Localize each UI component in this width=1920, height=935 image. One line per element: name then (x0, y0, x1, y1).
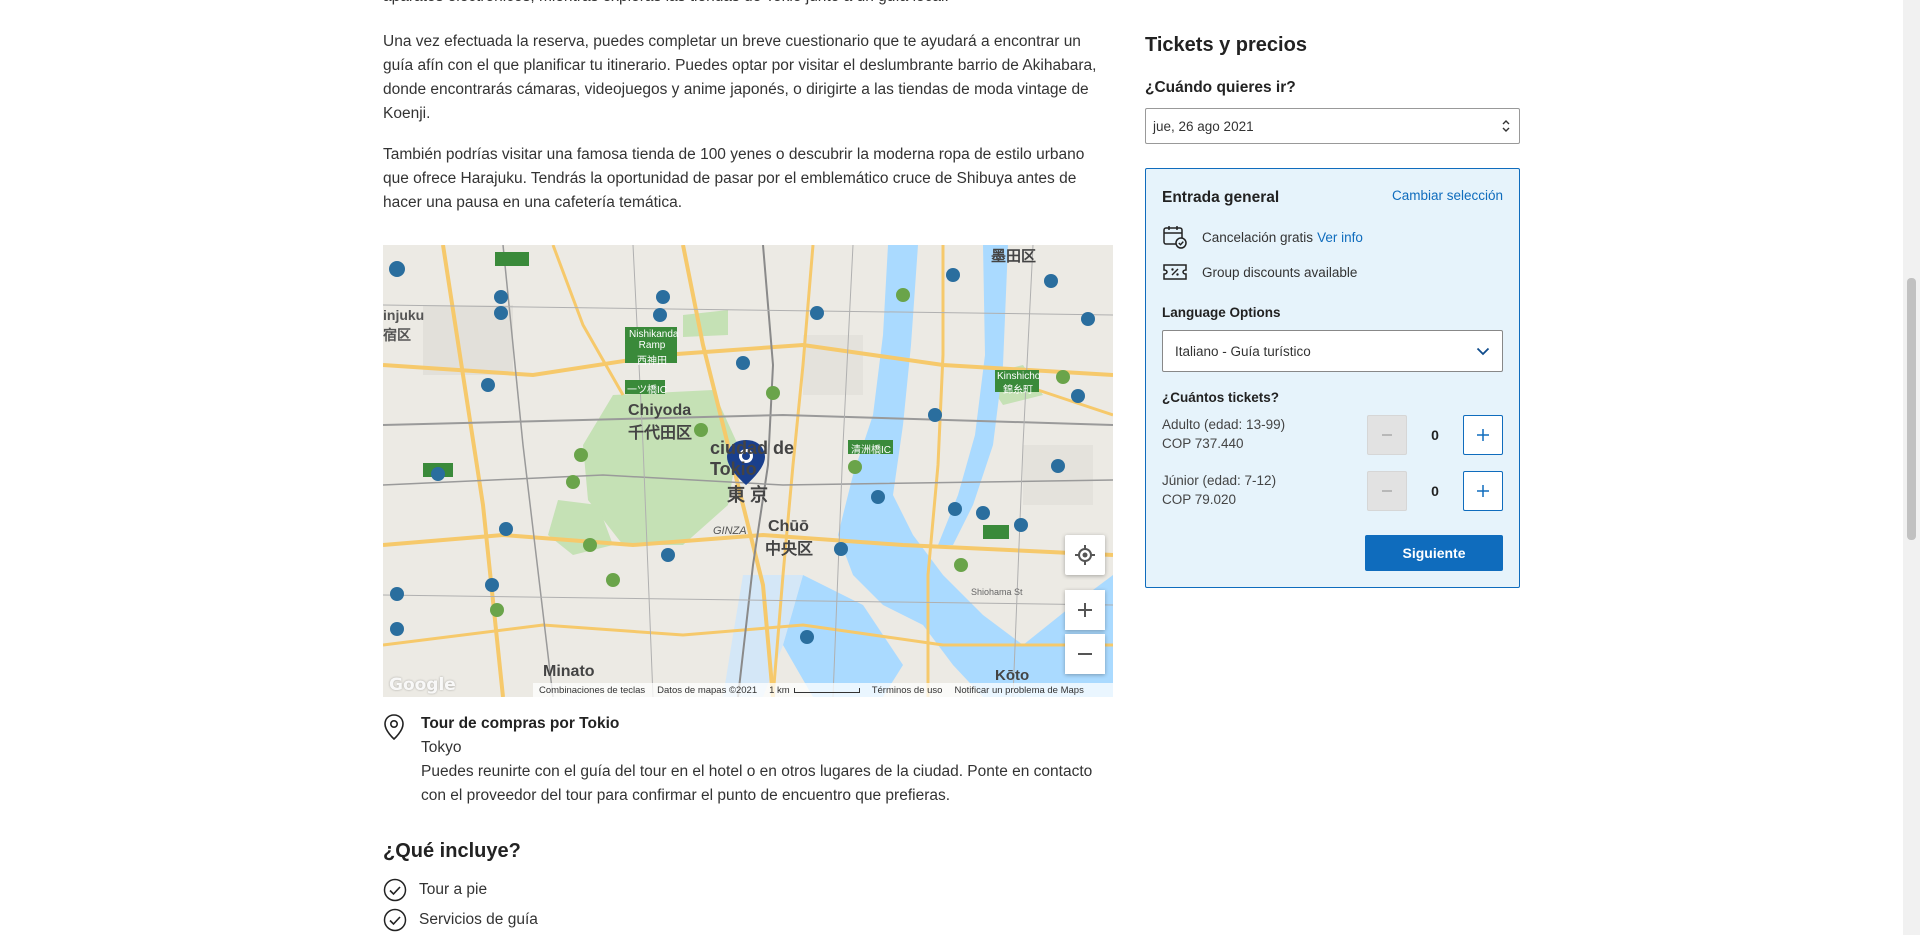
map-footer: Combinaciones de teclas Datos de mapas ©… (533, 683, 1113, 697)
language-label: Language Options (1162, 305, 1281, 320)
page-scrollbar[interactable] (1903, 0, 1920, 935)
map-label-sumida: 墨田区 (991, 248, 1037, 265)
intro-paragraph-1: aparatos electrónicos, mientras exploras… (383, 0, 1113, 9)
my-location-button[interactable] (1065, 535, 1105, 575)
google-logo: Google (389, 675, 456, 695)
plus-icon (1477, 429, 1489, 441)
map-label-chuo: Chūō (768, 518, 809, 535)
map-scale-label: 1 km (769, 684, 790, 696)
adult-count: 0 (1431, 427, 1439, 443)
map-label-koto: Kōto (995, 667, 1030, 684)
increase-adult-button[interactable] (1463, 415, 1503, 455)
decrease-junior-button[interactable] (1367, 471, 1407, 511)
check-circle-icon (383, 878, 407, 902)
free-cancellation: Cancelación gratis Ver info (1162, 224, 1363, 250)
include-item: Servicios de guía (383, 905, 1113, 935)
map-scale[interactable]: 1 km (769, 685, 860, 696)
check-circle-icon (383, 908, 407, 932)
intro-paragraph-3: También podrías visitar una famosa tiend… (383, 146, 1085, 211)
map-label-hitotsubashi: 一ツ橋IC (627, 385, 667, 396)
ticket-row-adult: Adulto (edad: 13-99) COP 737.440 0 (1162, 415, 1503, 455)
zoom-out-button[interactable] (1065, 634, 1105, 674)
ticket-count-label: ¿Cuántos tickets? (1162, 390, 1280, 405)
meeting-point: Tour de compras por Tokio Tokyo Puedes r… (383, 712, 1113, 808)
change-selection-link[interactable]: Cambiar selección (1392, 188, 1503, 203)
scrollbar-thumb[interactable] (1907, 278, 1916, 540)
date-value: jue, 26 ago 2021 (1153, 118, 1254, 134)
map-label-chiyoda-jp: 千代田区 (628, 425, 693, 442)
junior-count: 0 (1431, 483, 1439, 499)
map-label-kinshicho-jp: 錦糸町 (1003, 385, 1033, 396)
include-item: Tour a pie (383, 875, 1113, 905)
updown-chevron-icon (1502, 120, 1510, 132)
map-label-chuo-jp: 中央区 (765, 541, 814, 558)
calendar-check-icon (1163, 226, 1187, 249)
minus-icon (1382, 490, 1392, 492)
ticket-discount-icon (1163, 264, 1187, 280)
includes-heading: ¿Qué incluye? (383, 840, 521, 862)
meeting-title: Tour de compras por Tokio (421, 715, 620, 732)
date-select[interactable]: jue, 26 ago 2021 (1145, 108, 1520, 144)
plus-icon (1078, 603, 1092, 617)
date-label: ¿Cuándo quieres ir? (1145, 79, 1296, 96)
include-item-label: Servicios de guía (419, 911, 538, 928)
meeting-city: Tokyo (421, 739, 462, 756)
map-label-ciudad: ciudad de Tokio (710, 438, 795, 479)
intro-paragraph-2: Una vez efectuada la reserva, puedes com… (383, 33, 1097, 122)
map-label-nishikanda: Nishikanda Ramp (629, 329, 679, 351)
include-item-label: Tour a pie (419, 881, 488, 898)
plus-icon (1477, 485, 1489, 497)
next-button[interactable]: Siguiente (1365, 535, 1503, 571)
location-pin-icon (383, 712, 421, 808)
ticket-option-card: Entrada general Cambiar selección Cancel… (1145, 168, 1520, 588)
map-label-shinjuku-jp: 宿区 (383, 327, 411, 343)
entry-title: Entrada general (1162, 189, 1280, 206)
language-value: Italiano - Guía turístico (1175, 343, 1311, 359)
map-label-minato: Minato (543, 663, 595, 680)
group-discounts: Group discounts available (1162, 262, 1357, 282)
includes-section: ¿Qué incluye? Tour a pie Servicios de gu… (383, 840, 1113, 935)
crosshair-icon (1075, 545, 1095, 565)
map-label-chiyoda: Chiyoda (628, 402, 692, 419)
map-label-nishikanda-jp: 西神田 (637, 356, 667, 367)
terms-link[interactable]: Términos de uso (872, 685, 943, 696)
cancellation-text: Cancelación gratis (1202, 229, 1314, 245)
map-data-credit: Datos de mapas ©2021 (657, 684, 758, 696)
scale-bar (793, 687, 860, 693)
booking-title: Tickets y precios (1145, 34, 1307, 56)
increase-junior-button[interactable] (1463, 471, 1503, 511)
map-label-shiohama: Shiohama St (971, 587, 1023, 597)
minus-icon (1078, 653, 1092, 655)
more-info-link[interactable]: Ver info (1317, 230, 1363, 245)
meeting-description: Puedes reunirte con el guía del tour en … (421, 763, 1093, 804)
decrease-adult-button[interactable] (1367, 415, 1407, 455)
report-problem-link[interactable]: Notificar un problema de Maps (954, 685, 1083, 696)
language-select[interactable]: Italiano - Guía turístico (1162, 330, 1503, 372)
ticket-row-junior: Júnior (edad: 7-12) COP 79.020 0 (1162, 471, 1503, 511)
location-map[interactable]: injuku 宿区 Chiyoda 千代田区 ciudad de Tokio 東… (383, 245, 1113, 697)
map-label-ginza: GINZA (713, 525, 747, 537)
keyboard-shortcuts-link[interactable]: Combinaciones de teclas (539, 685, 645, 696)
map-label-shinjuku: injuku (383, 307, 425, 323)
group-discount-text: Group discounts available (1202, 264, 1358, 280)
map-label-kiyosubashi: 清洲橋IC (851, 445, 891, 456)
map-label-tokyo-jp: 東 京 (727, 485, 769, 505)
chevron-down-icon (1476, 347, 1490, 355)
minus-icon (1382, 434, 1392, 436)
zoom-in-button[interactable] (1065, 590, 1105, 630)
